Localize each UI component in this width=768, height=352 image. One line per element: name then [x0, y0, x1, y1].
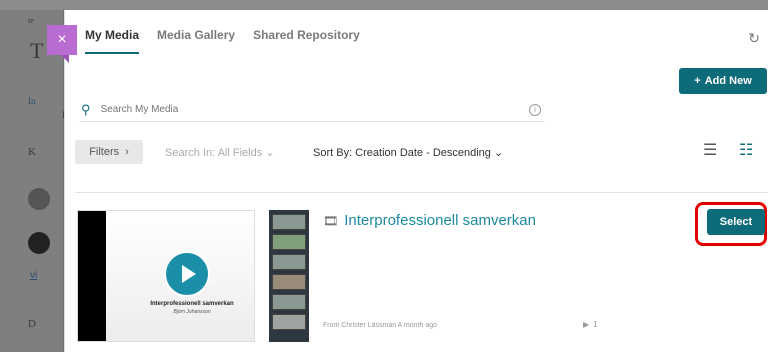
- background-text: te: [28, 16, 34, 25]
- participant-video-strip: [269, 210, 309, 342]
- media-tabs: My Media Media Gallery Shared Repository: [85, 28, 360, 54]
- media-meta: From Christer Lässman A month ago: [323, 322, 437, 329]
- tab-shared-repository[interactable]: Shared Repository: [253, 28, 360, 54]
- media-picker-modal: My Media Media Gallery Shared Repository…: [64, 10, 768, 352]
- plays-value: 1: [593, 320, 598, 329]
- add-new-label: Add New: [704, 75, 752, 87]
- background-avatar: [28, 232, 50, 254]
- background-avatar: [28, 188, 50, 210]
- search-icon: ⚲: [81, 101, 91, 117]
- tab-my-media[interactable]: My Media: [85, 28, 140, 54]
- media-thumbnail[interactable]: Interprofessionell samverkan Björn Johan…: [77, 210, 255, 342]
- media-title: Interprofessionell samverkan: [344, 212, 536, 229]
- background-heading: T: [30, 38, 44, 63]
- filters-label: Filters: [89, 146, 120, 158]
- plays-count: ▶ 1: [583, 320, 598, 329]
- background-text: K: [28, 146, 36, 158]
- background-tab: In: [28, 96, 36, 106]
- sort-by-dropdown[interactable]: Sort By: Creation Date - Descending ⌄: [313, 146, 503, 159]
- search-input[interactable]: [100, 104, 529, 115]
- thumbnail-author: Björn Johansson: [173, 309, 211, 315]
- play-count-icon: ▶: [583, 320, 590, 329]
- thumbnail-caption: Interprofessionell samverkan: [150, 301, 234, 307]
- search-in-label: Search In: All Fields: [165, 147, 263, 159]
- select-button[interactable]: Select: [707, 209, 765, 235]
- detailed-view-icon[interactable]: ☷: [739, 140, 753, 160]
- background-text: D: [28, 318, 36, 330]
- chevron-right-icon: ›: [125, 146, 129, 158]
- list-view-icon[interactable]: ☰: [703, 140, 717, 160]
- add-new-button[interactable]: + Add New: [679, 68, 767, 94]
- sort-by-label: Sort By: Creation Date - Descending: [313, 147, 491, 159]
- filters-button[interactable]: Filters ›: [75, 140, 143, 164]
- divider: [75, 192, 768, 193]
- plus-icon: +: [694, 75, 701, 87]
- search-bar: ⚲ i: [79, 98, 545, 122]
- background-link: vi: [30, 270, 38, 281]
- search-in-dropdown[interactable]: Search In: All Fields ⌄: [165, 146, 275, 159]
- refresh-icon[interactable]: ↻: [748, 30, 760, 47]
- close-icon[interactable]: ×: [47, 25, 77, 63]
- tab-media-gallery[interactable]: Media Gallery: [157, 28, 235, 54]
- info-icon[interactable]: i: [529, 103, 541, 116]
- chevron-down-icon: ⌄: [493, 147, 504, 159]
- film-icon: 🎞: [323, 213, 339, 228]
- media-title-link[interactable]: 🎞 Interprofessionell samverkan: [323, 212, 536, 229]
- chevron-down-icon: ⌄: [265, 147, 275, 159]
